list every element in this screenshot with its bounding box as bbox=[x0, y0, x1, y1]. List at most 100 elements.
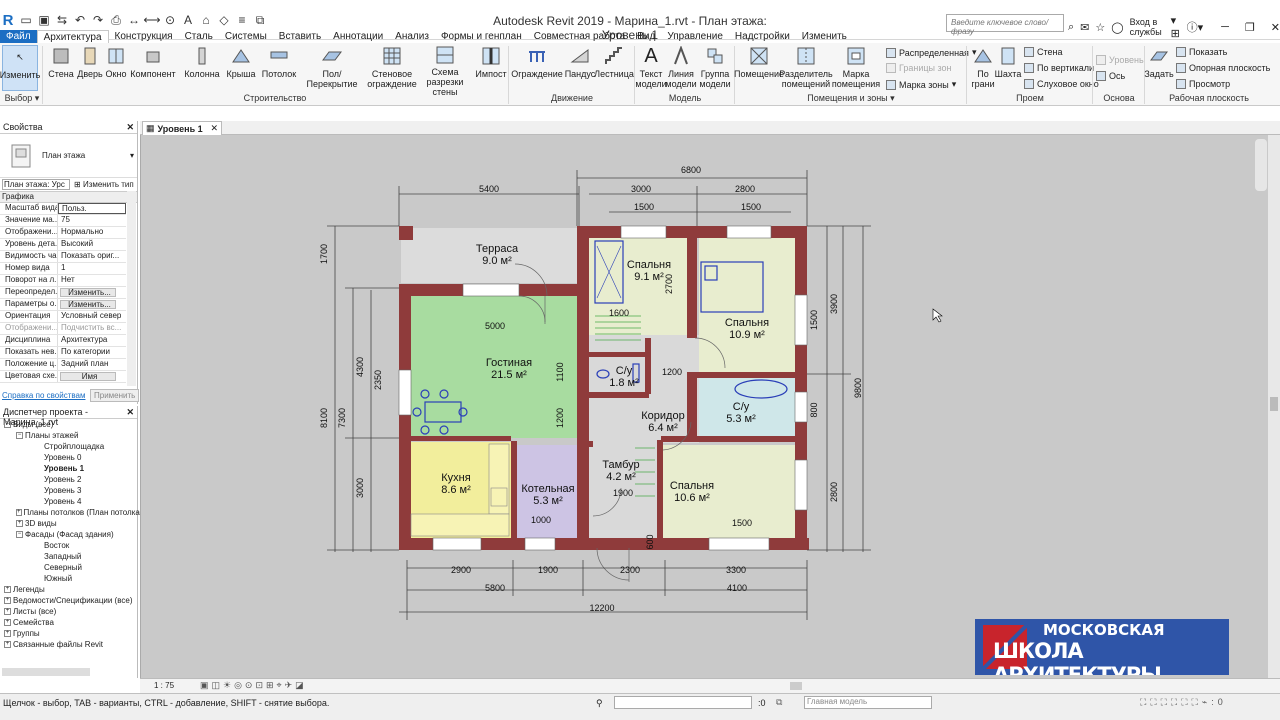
dimension-icon[interactable]: ⟷ bbox=[143, 12, 160, 28]
property-row[interactable]: Уровень дета... Высокий bbox=[0, 239, 126, 251]
property-row[interactable]: Ориентация Условный север bbox=[0, 311, 126, 323]
browser-item[interactable]: − Фасады (Фасад здания) bbox=[0, 529, 137, 540]
room-separator-button[interactable]: Разделитель помещений bbox=[779, 45, 833, 91]
hall-fill[interactable] bbox=[579, 335, 699, 443]
3d-view-icon[interactable]: ⌂ bbox=[198, 12, 214, 28]
room-name[interactable]: Спальня bbox=[670, 480, 714, 492]
property-row[interactable]: Дисциплина Архитектура bbox=[0, 335, 126, 347]
properties-help-link[interactable]: Справка по свойствам bbox=[2, 391, 85, 400]
property-row[interactable]: Отображени... Подчистить вс... bbox=[0, 323, 126, 335]
expand-icon[interactable]: + bbox=[4, 608, 11, 615]
curtain-system-button[interactable]: Стеновое ограждение bbox=[367, 45, 417, 91]
component-button[interactable]: Компонент bbox=[130, 45, 176, 91]
door-button[interactable]: Дверь bbox=[76, 45, 104, 91]
browser-item[interactable]: + Легенды bbox=[0, 584, 137, 595]
open-icon[interactable]: ▭ bbox=[18, 12, 34, 28]
browser-item[interactable]: Уровень 0 bbox=[0, 452, 137, 463]
browser-item[interactable]: Северный bbox=[0, 562, 137, 573]
design-option-dropdown[interactable]: Главная модель bbox=[804, 696, 932, 709]
property-value[interactable]: Высокий bbox=[58, 239, 126, 250]
property-value[interactable]: Архитектура bbox=[58, 335, 126, 346]
filter-icon[interactable]: ⧉ bbox=[776, 697, 782, 708]
close-icon[interactable]: ✕ bbox=[126, 122, 134, 132]
print-icon[interactable]: ⎙ bbox=[108, 12, 124, 28]
save-icon[interactable]: ▣ bbox=[36, 12, 52, 28]
revit-logo-icon[interactable]: R bbox=[0, 12, 16, 29]
set-button[interactable]: Задать bbox=[1144, 45, 1174, 91]
property-value[interactable]: Изменить... bbox=[60, 300, 116, 309]
property-row[interactable]: Поворот на л... Нет bbox=[0, 275, 126, 287]
expand-icon[interactable]: + bbox=[4, 619, 11, 626]
property-row[interactable]: Переопредел... Изменить... bbox=[0, 287, 126, 299]
navigation-bar[interactable] bbox=[1255, 139, 1267, 191]
area-boundary-button[interactable]: Границы зон bbox=[886, 63, 952, 73]
browser-item[interactable]: + Листы (все) bbox=[0, 606, 137, 617]
property-value[interactable]: Нет bbox=[58, 275, 126, 286]
room-button[interactable]: Помещение bbox=[734, 45, 784, 91]
property-row[interactable]: Положение ц... Задний план bbox=[0, 359, 126, 371]
level-button[interactable]: Уровень bbox=[1096, 55, 1144, 65]
property-value[interactable]: Польз. bbox=[58, 203, 126, 214]
text-icon[interactable]: A bbox=[180, 12, 196, 28]
ceiling-button[interactable]: Потолок bbox=[260, 45, 298, 91]
tab-1[interactable]: Архитектура bbox=[36, 30, 109, 43]
mullion-button[interactable]: Импост bbox=[475, 45, 507, 91]
browser-item[interactable]: Южный bbox=[0, 573, 137, 584]
tab-4[interactable]: Системы bbox=[219, 30, 273, 43]
tab-2[interactable]: Конструкция bbox=[109, 30, 179, 43]
properties-scrollbar[interactable] bbox=[127, 191, 136, 386]
browser-item[interactable]: Уровень 2 bbox=[0, 474, 137, 485]
type-selector[interactable]: План этажа ▾ bbox=[0, 134, 137, 178]
property-value[interactable]: По категории bbox=[58, 347, 126, 358]
viewer-button[interactable]: Просмотр bbox=[1176, 79, 1230, 89]
undo-icon[interactable]: ↶ bbox=[72, 12, 88, 28]
tab-level-1[interactable]: ▦ Уровень 1 ✕ bbox=[142, 121, 222, 135]
browser-item[interactable]: − Виды (все) bbox=[0, 419, 137, 430]
instance-selector[interactable]: План этажа: Урс bbox=[2, 179, 70, 190]
browser-item[interactable]: + Семейства bbox=[0, 617, 137, 628]
area-tag-button[interactable]: Марка зоны ▾ bbox=[886, 79, 956, 90]
group-room-area[interactable]: Помещения и зоны ▾ bbox=[736, 93, 966, 104]
thin-lines-icon[interactable]: ≡ bbox=[234, 12, 250, 28]
group-select[interactable]: Выбор ▾ bbox=[2, 93, 42, 104]
browser-item[interactable]: Уровень 3 bbox=[0, 485, 137, 496]
by-face-button[interactable]: По грани bbox=[970, 45, 996, 91]
opening-wall-button[interactable]: Стена bbox=[1024, 47, 1063, 57]
property-row[interactable]: Отображени... Нормально bbox=[0, 227, 126, 239]
expand-icon[interactable]: + bbox=[4, 586, 11, 593]
opening-vertical-button[interactable]: По вертикали bbox=[1024, 63, 1094, 73]
selection-toggle-icons[interactable]: ⛶⛶⛶⛶⛶⛶⌁:0 bbox=[1140, 697, 1227, 708]
browser-item[interactable]: +3D виды bbox=[0, 518, 137, 529]
property-value[interactable]: Изменить... bbox=[60, 288, 116, 297]
model-text-button[interactable]: A Текст модели bbox=[635, 45, 666, 91]
expand-icon[interactable]: + bbox=[4, 641, 11, 648]
railing-button[interactable]: Ограждение bbox=[511, 45, 563, 91]
tab-0[interactable]: Файл bbox=[0, 30, 37, 43]
room-name[interactable]: Коридор bbox=[641, 410, 684, 422]
column-button[interactable]: Колонна bbox=[184, 45, 220, 91]
property-value[interactable]: Подчистить вс... bbox=[58, 323, 126, 334]
browser-item[interactable]: + Связанные файлы Revit bbox=[0, 639, 137, 650]
property-row[interactable]: Параметры о... Изменить... bbox=[0, 299, 126, 311]
tab-7[interactable]: Анализ bbox=[389, 30, 435, 43]
tab-6[interactable]: Аннотации bbox=[327, 30, 389, 43]
browser-item[interactable]: Стройплощадка bbox=[0, 441, 137, 452]
room-name[interactable]: С/у bbox=[616, 365, 633, 377]
property-row[interactable]: Значение ма... 75 bbox=[0, 215, 126, 227]
expand-icon[interactable]: + bbox=[4, 597, 11, 604]
tab-3[interactable]: Сталь bbox=[179, 30, 219, 43]
browser-item[interactable]: Уровень 4 bbox=[0, 496, 137, 507]
expand-icon[interactable]: + bbox=[4, 630, 11, 637]
property-value[interactable]: 1 bbox=[58, 263, 126, 274]
property-row[interactable]: Показать нев... По категории bbox=[0, 347, 126, 359]
worksharing-icon[interactable]: ⚲ bbox=[596, 698, 603, 709]
room-name[interactable]: Гостиная bbox=[486, 357, 532, 369]
drawing-canvas[interactable]: .dl{stroke:#444;stroke-width:0.8;fill:no… bbox=[140, 135, 1268, 678]
room-name[interactable]: С/у bbox=[733, 401, 750, 413]
close-icon[interactable]: ✕ bbox=[126, 407, 134, 417]
browser-item[interactable]: Уровень 1 bbox=[0, 463, 137, 474]
property-row[interactable]: Номер вида 1 bbox=[0, 263, 126, 275]
property-value[interactable]: 75 bbox=[58, 215, 126, 226]
section-icon[interactable]: ◇ bbox=[216, 12, 232, 28]
browser-scrollbar[interactable] bbox=[2, 668, 90, 676]
